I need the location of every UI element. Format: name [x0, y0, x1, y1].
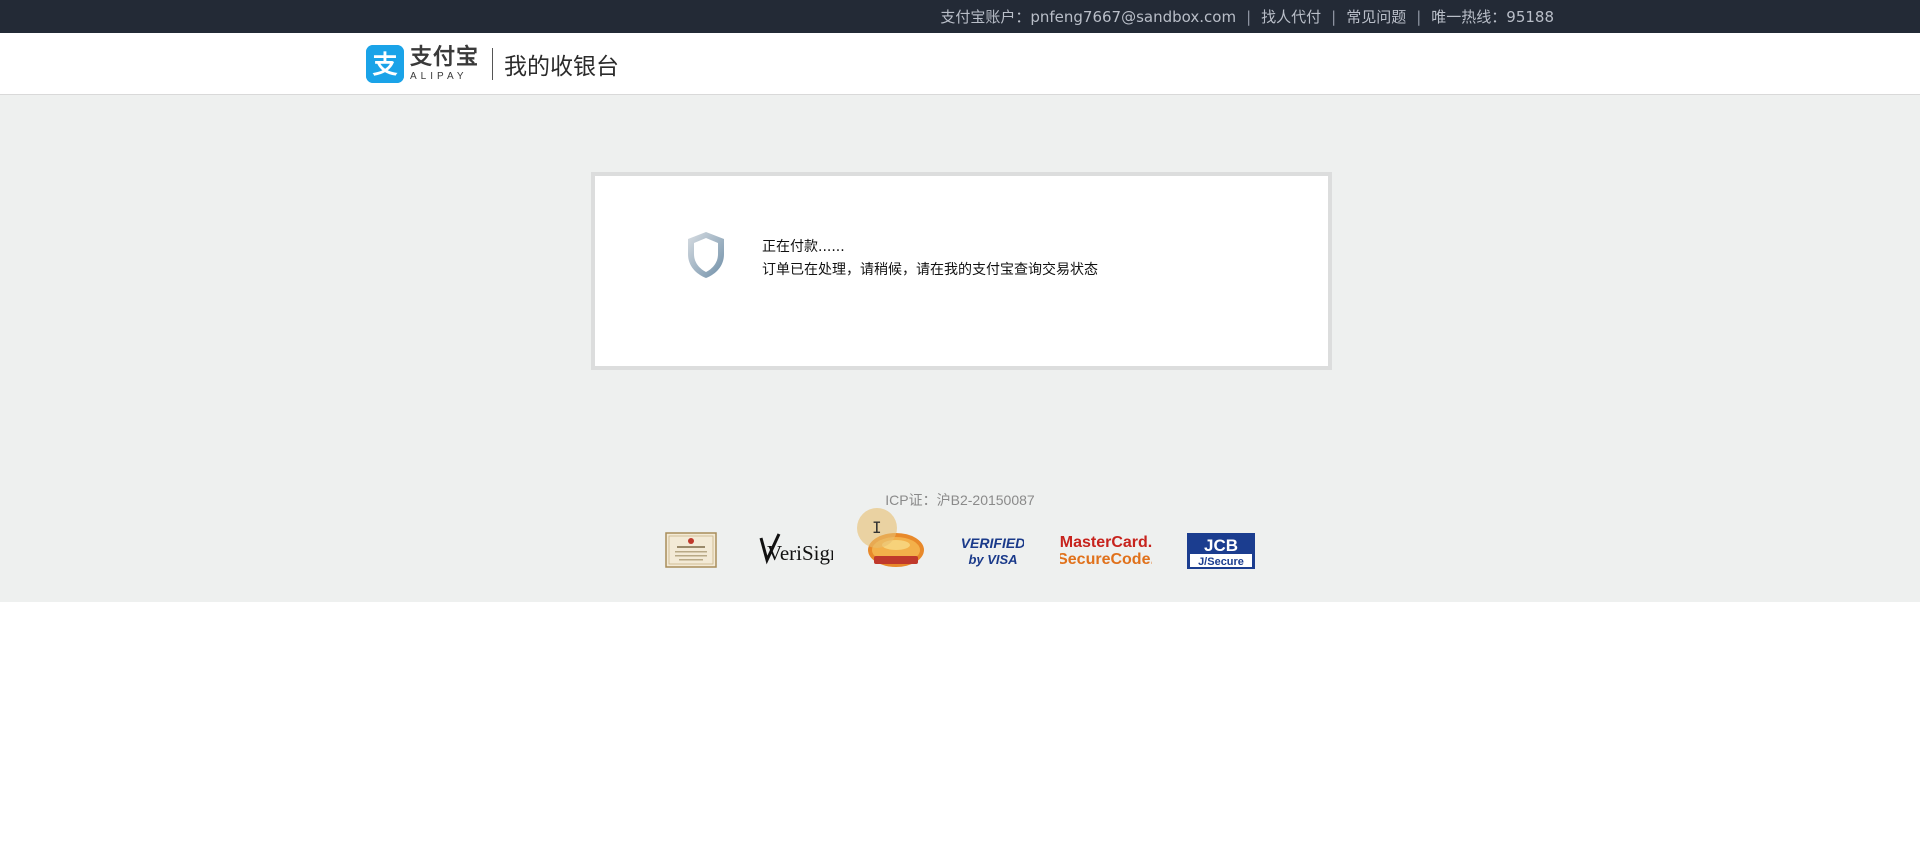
jcb-text: JCB — [1204, 536, 1238, 555]
logo-en-text: ALIPAY — [410, 70, 468, 82]
jsecure-text: J/Secure — [1198, 556, 1244, 568]
status-title: 正在付款...... — [762, 239, 845, 255]
security-badges: VeriSign VERIFIED by VISA MasterCard. Se… — [665, 530, 1260, 570]
verified-by-visa-icon[interactable]: VERIFIED by VISA — [961, 530, 1026, 570]
separator: | — [1246, 7, 1252, 26]
page-title: 我的收银台 — [504, 54, 620, 80]
certificate-badge-icon[interactable] — [665, 530, 717, 570]
faq-link[interactable]: 常见问题 — [1346, 6, 1406, 27]
logo-cn-text: 支付宝 — [410, 44, 480, 70]
account-label: 支付宝账户：pnfeng7667@sandbox.com — [940, 8, 1237, 26]
separator: | — [1416, 7, 1422, 26]
verisign-text: VeriSign — [767, 541, 833, 565]
shield-icon — [685, 230, 727, 280]
logo-divider — [492, 48, 494, 80]
text-cursor-icon: I — [872, 518, 882, 537]
mastercard-text: MasterCard. — [1060, 534, 1152, 551]
separator: | — [1331, 7, 1337, 26]
visa-byvisa-text: by VISA — [968, 552, 1017, 567]
svg-text:支: 支 — [372, 50, 397, 79]
top-bar: 支付宝账户：pnfeng7667@sandbox.com | 找人代付 | 常见… — [0, 0, 1920, 33]
jcb-jsecure-icon[interactable]: JCB J/Secure — [1187, 530, 1255, 570]
alipay-logo-icon: 支 — [366, 45, 404, 83]
top-bar-links: 支付宝账户：pnfeng7667@sandbox.com | 找人代付 | 常见… — [940, 0, 1554, 33]
status-detail: 订单已在处理，请稍候，请在我的支付宝查询交易状态 — [762, 262, 1098, 278]
payment-status-card: 正在付款...... 订单已在处理，请稍候，请在我的支付宝查询交易状态 — [591, 172, 1332, 370]
find-payer-link[interactable]: 找人代付 — [1261, 6, 1321, 27]
icp-license: ICP证：沪B2-20150087 — [885, 492, 1035, 508]
verisign-logo-icon[interactable]: VeriSign — [753, 530, 841, 570]
securecode-text: SecureCode. — [1060, 551, 1152, 568]
status-message: 正在付款...... 订单已在处理，请稍候，请在我的支付宝查询交易状态 — [762, 236, 1098, 282]
hotline-text: 唯一热线：95188 — [1431, 8, 1554, 26]
alipay-wordmark: 支付宝 ALIPAY — [410, 44, 480, 82]
alipay-logo[interactable]: 支 支付宝 ALIPAY 我的收银台 — [366, 44, 619, 84]
mastercard-securecode-icon[interactable]: MasterCard. SecureCode. — [1057, 530, 1155, 570]
visa-verified-text: VERIFIED — [962, 535, 1024, 551]
header: 支 支付宝 ALIPAY 我的收银台 — [0, 33, 1920, 95]
